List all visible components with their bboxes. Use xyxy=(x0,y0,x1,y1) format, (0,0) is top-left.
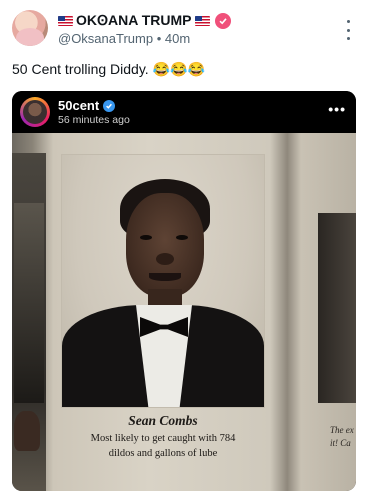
left-portrait-fragment xyxy=(14,411,40,451)
more-vertical-icon[interactable] xyxy=(340,20,356,40)
yearbook-photo: Sean Combs Most likely to get caught wit… xyxy=(12,133,356,491)
yearbook-caption-name: Sean Combs xyxy=(128,413,198,428)
yearbook-caption-line1: Most likely to get caught with 784 xyxy=(90,433,236,444)
embed-header: 50cent 56 minutes ago ••• xyxy=(12,91,356,133)
post-text: 50 Cent trolling Diddy. 😂😂😂 xyxy=(12,61,205,77)
more-horizontal-icon[interactable]: ••• xyxy=(328,102,346,116)
embedded-instagram-post[interactable]: 50cent 56 minutes ago ••• Sean Combs Mos… xyxy=(12,91,356,491)
left-page-photo xyxy=(14,203,44,403)
author-handle[interactable]: @OksanaTrump xyxy=(58,31,153,46)
embed-avatar[interactable] xyxy=(20,97,50,127)
verified-badge-icon xyxy=(214,12,231,29)
author-avatar[interactable] xyxy=(12,10,48,46)
embed-username-row[interactable]: 50cent xyxy=(58,98,116,113)
author-display-name[interactable]: OKꙨANA TRUMP xyxy=(76,12,192,29)
meta-separator: • xyxy=(156,31,162,46)
author-meta: @OksanaTrump • 40m xyxy=(58,31,190,46)
yearbook-portrait xyxy=(62,155,264,407)
verified-check-icon xyxy=(103,99,116,112)
right-caption-line2: it! Ca xyxy=(330,438,351,448)
right-caption-line1: The ex xyxy=(330,425,354,435)
us-flag-icon xyxy=(58,15,73,26)
right-portrait-fragment xyxy=(318,213,356,403)
yearbook-caption-line2: dildos and gallons of lube xyxy=(108,448,218,459)
author-name-row[interactable]: OKꙨANA TRUMP xyxy=(58,12,231,29)
post-time[interactable]: 40m xyxy=(165,31,190,46)
embed-username[interactable]: 50cent xyxy=(58,98,99,113)
us-flag-icon xyxy=(194,15,210,26)
post-header: OKꙨANA TRUMP @OksanaTrump • 40m xyxy=(12,10,358,50)
embed-time: 56 minutes ago xyxy=(58,114,130,126)
